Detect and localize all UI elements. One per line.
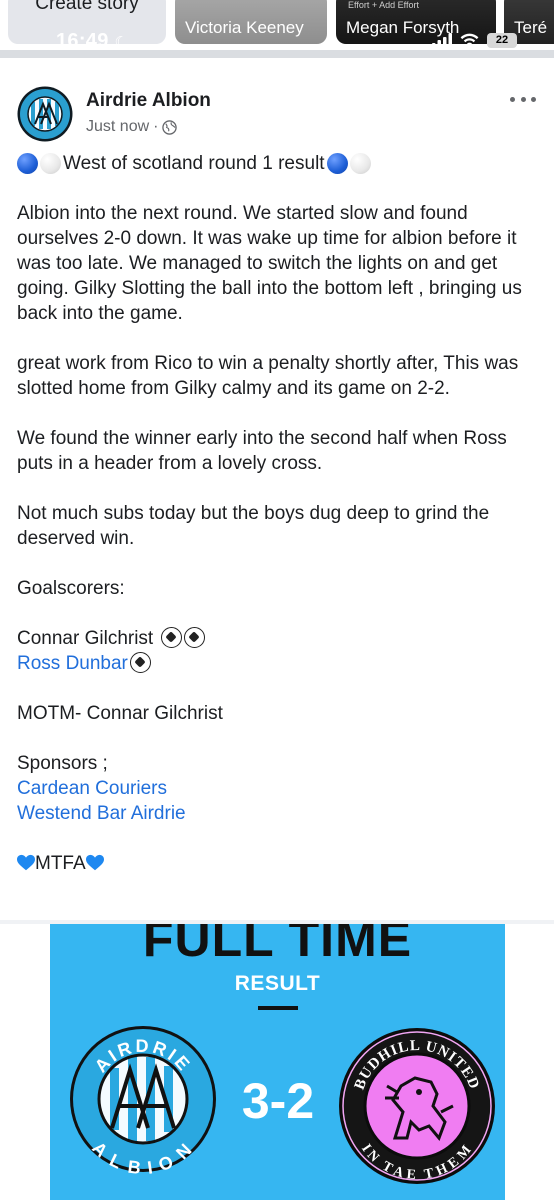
football-emoji [160,627,182,648]
post-title: West of scotland round 1 result [63,153,325,174]
scorer-link[interactable]: Ross Dunbar [17,653,128,674]
battery-icon: 22 [487,32,517,48]
status-time-value: 16:49 [56,30,109,50]
page-avatar[interactable] [17,86,73,142]
feed-divider [0,50,554,58]
story-card-victoria-keeney[interactable]: Victoria Keeney [175,0,327,44]
post-paragraph: Albion into the next round. We started s… [17,203,522,324]
status-indicators: 22 [432,32,517,48]
post-body: West of scotland round 1 result Albion i… [17,151,542,876]
status-time: 16:49 ☾ [56,30,128,50]
wifi-icon [460,33,479,47]
signoff-text: MTFA [35,853,86,874]
blue-circle-emoji [326,153,348,174]
moon-icon: ☾ [114,34,129,50]
post-paragraph: great work from Rico to win a penalty sh… [17,353,519,399]
sponsor-link[interactable]: Westend Bar Airdrie [17,801,542,826]
goalscorers-heading: Goalscorers: [17,578,125,599]
meta-separator: · [153,118,159,135]
post-meta: Just now · [86,118,178,136]
football-emoji [129,652,151,673]
post-timestamp[interactable]: Just now [86,118,149,136]
post-paragraph: We found the winner early into the secon… [17,428,507,474]
blue-heart-icon [17,854,35,871]
budhill-united-crest: BUDHILL UNITED IN TAE THEM [339,1028,495,1184]
scorer-line: Connar Gilchrist [17,626,542,651]
result-subheading: RESULT [234,972,321,995]
story-name: Victoria Keeney [185,18,304,37]
post-paragraph: Not much subs today but the boys dug dee… [17,503,490,549]
signal-icon [432,33,452,47]
create-story-label: Create story [35,0,139,14]
result-underline [258,1006,298,1010]
white-circle-emoji [349,153,371,174]
page-name[interactable]: Airdrie Albion [86,90,211,112]
result-graphic-image[interactable]: FULL TIME RESULT AIRDRIE ALBION 3-2 BUDH… [50,924,505,1200]
story-preview-text: Effort + Add Effort [348,0,419,10]
blue-circle-emoji [17,153,38,174]
sponsors-heading: Sponsors ; [17,753,108,774]
motm-line: MOTM- Connar Gilchrist [17,703,223,724]
globe-icon [162,119,178,135]
story-name: Teré [514,18,548,37]
signoff-line: MTFA [17,851,542,876]
white-circle-emoji [40,153,61,174]
scorer-line: Ross Dunbar [17,651,542,676]
more-options-icon[interactable] [510,94,536,104]
airdrie-albion-crest: AIRDRIE ALBION [70,1026,216,1174]
full-time-headline: FULL TIME [142,924,413,967]
football-emoji [183,627,205,648]
stories-strip: Create story Victoria Keeney Effort + Ad… [0,0,554,50]
match-score: 3-2 [241,1073,315,1129]
post-title-line: West of scotland round 1 result [17,151,542,176]
blue-heart-icon [85,854,104,871]
scorer-name: Connar Gilchrist [17,628,154,649]
sponsor-link[interactable]: Cardean Couriers [17,776,542,801]
